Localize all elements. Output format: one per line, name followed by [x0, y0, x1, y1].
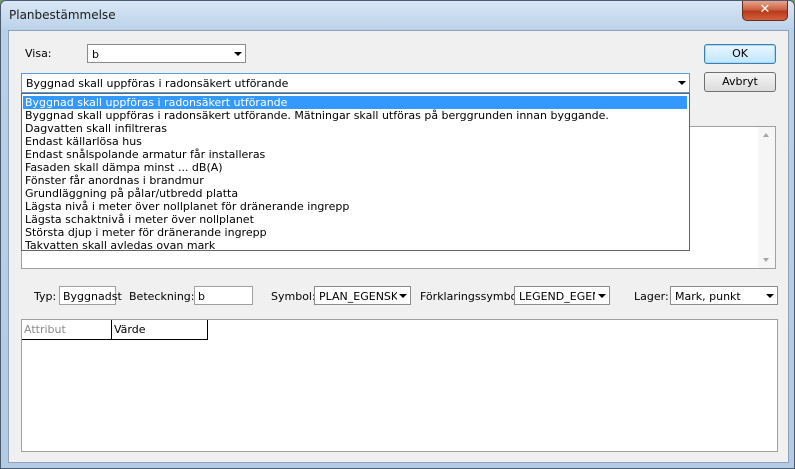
- dialog-client: Visa: b OK Avbryt Byggnad skall uppföras…: [8, 30, 789, 463]
- scroll-up-icon[interactable]: [763, 133, 769, 137]
- ok-button[interactable]: OK: [704, 44, 776, 64]
- scroll-down-icon[interactable]: [763, 258, 769, 262]
- list-item[interactable]: Största djup i meter för dränerande ingr…: [23, 226, 687, 239]
- lager-select[interactable]: Mark, punkt: [670, 286, 778, 305]
- attribute-grid[interactable]: Attribut Värde: [21, 319, 778, 452]
- lager-value: Mark, punkt: [675, 290, 741, 303]
- beteckning-label: Beteckning:: [129, 290, 195, 303]
- list-item[interactable]: Lägsta nivå i meter över nollplanet för …: [23, 200, 687, 213]
- chevron-down-icon: [399, 294, 407, 298]
- window-title: Planbestämmelse: [9, 8, 116, 22]
- column-header-attribut[interactable]: Attribut: [22, 320, 112, 340]
- chevron-down-icon: [598, 294, 606, 298]
- forklaringssymbol-label: Förklaringssymbol:: [420, 290, 525, 303]
- list-item[interactable]: Fönster får anordnas i brandmur: [23, 174, 687, 187]
- symbol-value: PLAN_EGENSKA: [319, 290, 397, 303]
- bestammelse-value: Byggnad skall uppföras i radonsäkert utf…: [26, 77, 289, 90]
- chevron-down-icon: [678, 81, 686, 85]
- dialog-window: Planbestämmelse ✕ Visa: b OK Avbryt Bygg…: [0, 0, 795, 469]
- list-item[interactable]: Dagvatten skall infiltreras: [23, 122, 687, 135]
- column-header-varde[interactable]: Värde: [112, 320, 208, 340]
- close-icon: ✕: [759, 2, 771, 17]
- title-bar[interactable]: Planbestämmelse ✕: [1, 1, 794, 29]
- vertical-scrollbar[interactable]: [758, 127, 775, 268]
- visa-select[interactable]: b: [87, 44, 246, 63]
- list-item[interactable]: Grundläggning på pålar/utbredd platta: [23, 187, 687, 200]
- chevron-down-icon: [234, 52, 242, 56]
- list-item[interactable]: Takvatten skall avledas ovan mark: [23, 239, 687, 252]
- forklaringssymbol-select[interactable]: LEGEND_EGEN: [514, 286, 610, 305]
- list-item[interactable]: Byggnad skall uppföras i radonsäkert utf…: [23, 109, 687, 122]
- visa-value: b: [92, 48, 99, 61]
- list-item[interactable]: Endast snålspolande armatur får installe…: [23, 148, 687, 161]
- close-button[interactable]: ✕: [742, 1, 788, 21]
- visa-label: Visa:: [25, 47, 52, 60]
- symbol-select[interactable]: PLAN_EGENSKA: [314, 286, 411, 305]
- typ-field[interactable]: Byggnadst: [59, 286, 122, 305]
- list-item[interactable]: Lägsta schaktnivå i meter över nollplane…: [23, 213, 687, 226]
- beteckning-value: b: [198, 290, 205, 303]
- bestammelse-select[interactable]: Byggnad skall uppföras i radonsäkert utf…: [21, 73, 690, 93]
- list-item[interactable]: Endast källarlösa hus: [23, 135, 687, 148]
- typ-value: Byggnadst: [63, 290, 122, 303]
- forklaringssymbol-value: LEGEND_EGEN: [519, 290, 595, 303]
- chevron-down-icon: [766, 294, 774, 298]
- lager-label: Lager:: [634, 290, 669, 303]
- beteckning-field[interactable]: b: [194, 286, 253, 305]
- symbol-label: Symbol:: [271, 290, 316, 303]
- list-item[interactable]: Fasaden skall dämpa minst ... dB(A): [23, 161, 687, 174]
- dropdown-list[interactable]: Byggnad skall uppföras i radonsäkert utf…: [21, 93, 690, 252]
- cancel-button[interactable]: Avbryt: [704, 72, 776, 92]
- typ-label: Typ:: [34, 290, 57, 303]
- list-item[interactable]: Byggnad skall uppföras i radonsäkert utf…: [23, 96, 687, 109]
